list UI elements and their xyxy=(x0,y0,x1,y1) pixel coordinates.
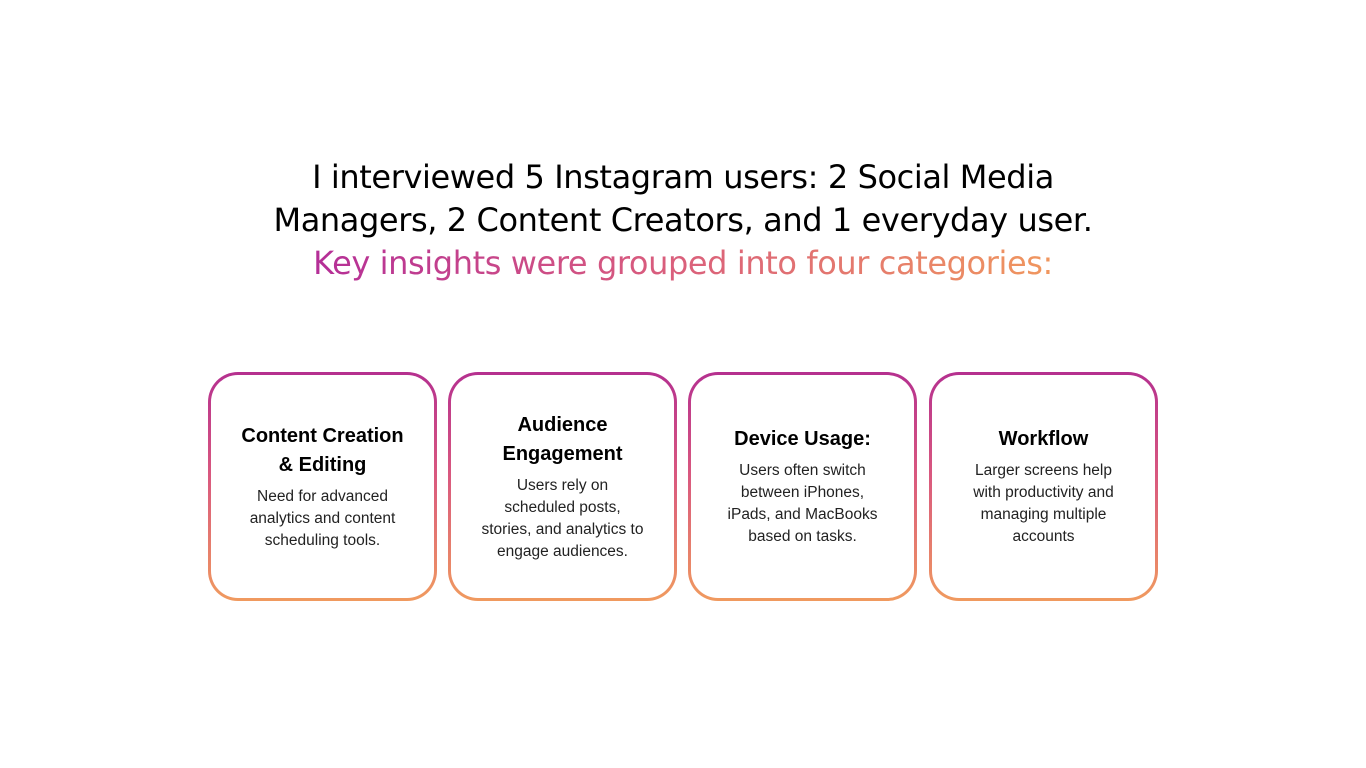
insight-card-content-creation: Content Creation & Editing Need for adva… xyxy=(208,372,437,601)
card-title: Workflow xyxy=(998,428,1089,450)
card-body: Audience Engagement Users rely on schedu… xyxy=(451,375,674,598)
heading-line-1: I interviewed 5 Instagram users: 2 Socia… xyxy=(312,158,1054,196)
card-description: Users rely on scheduled posts, stories, … xyxy=(481,476,644,560)
card-description: Users often switch between iPhones, iPad… xyxy=(727,462,878,545)
card-body: Device Usage: Users often switch between… xyxy=(691,375,914,598)
card-description: Larger screens help with productivity an… xyxy=(973,462,1114,545)
card-description: Need for advanced analytics and content … xyxy=(249,487,396,549)
insight-cards: Content Creation & Editing Need for adva… xyxy=(208,372,1158,601)
card-body: Content Creation & Editing Need for adva… xyxy=(211,375,434,598)
card-title: Device Usage: xyxy=(734,428,871,450)
insight-card-workflow: Workflow Larger screens help with produc… xyxy=(929,372,1158,601)
page-heading: I interviewed 5 Instagram users: 2 Socia… xyxy=(0,156,1366,285)
heading-accent-line: Key insights were grouped into four cate… xyxy=(313,242,1053,285)
card-title: Audience Engagement xyxy=(502,413,623,465)
card-body: Workflow Larger screens help with produc… xyxy=(932,375,1155,598)
card-title: Content Creation & Editing xyxy=(241,424,404,476)
insight-card-device-usage: Device Usage: Users often switch between… xyxy=(688,372,917,601)
insight-card-audience-engagement: Audience Engagement Users rely on schedu… xyxy=(448,372,677,601)
heading-line-2: Managers, 2 Content Creators, and 1 ever… xyxy=(273,201,1093,239)
